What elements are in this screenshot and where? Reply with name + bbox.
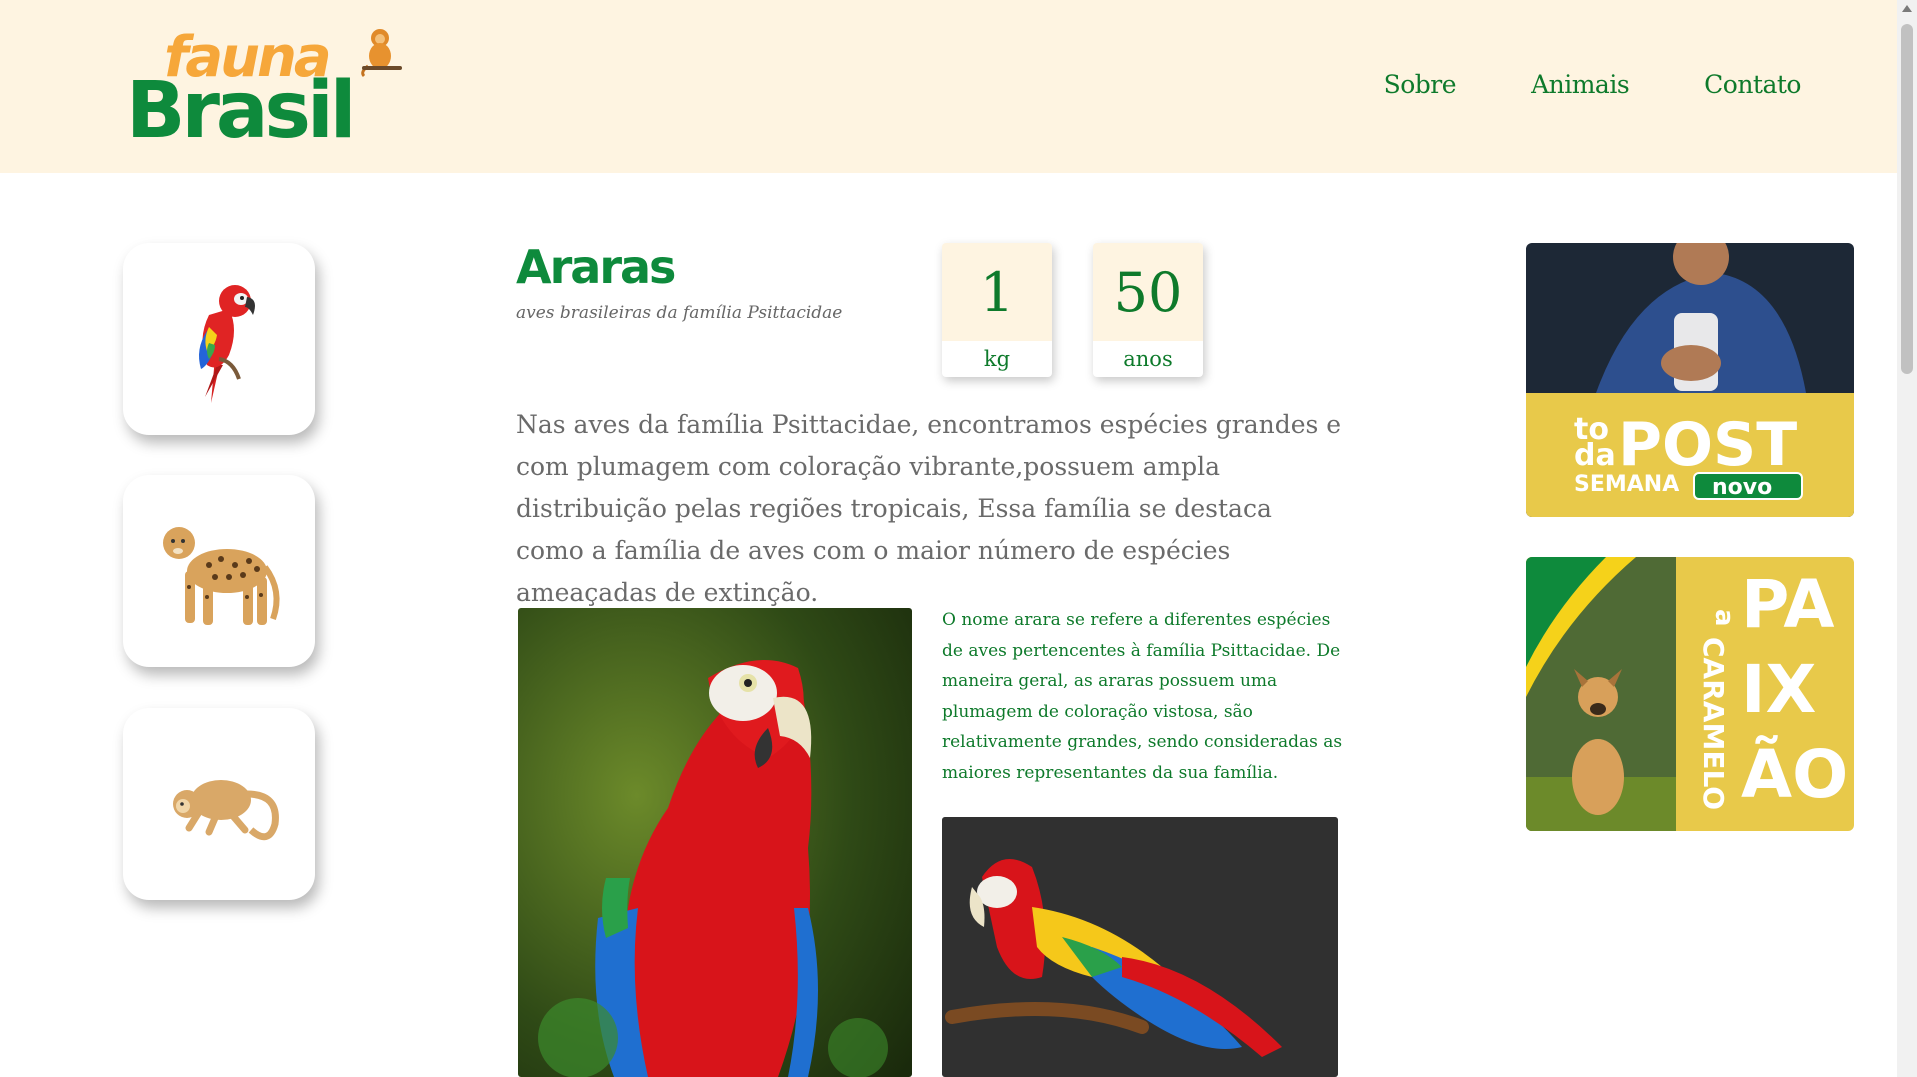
- ad1-post-text: POST: [1618, 410, 1797, 480]
- macaw-photo-small: [942, 817, 1338, 1077]
- ad2-ao-text: ÃO: [1741, 735, 1848, 813]
- site-logo[interactable]: fauna Brasil: [126, 24, 402, 150]
- ad-caramelo-image: a CARAMELO PA IX ÃO: [1526, 557, 1854, 831]
- ad2-pa-text: PA: [1741, 566, 1834, 643]
- stat-lifespan-value: 50: [1093, 243, 1203, 341]
- animal-card-monkey[interactable]: [123, 708, 315, 900]
- nav-link-animais[interactable]: Animais: [1531, 70, 1630, 99]
- page-title: Araras: [516, 240, 676, 294]
- logo-brasil-text: Brasil: [126, 66, 356, 156]
- page-scrollbar[interactable]: [1897, 0, 1917, 1077]
- stat-weight-unit: kg: [983, 347, 1011, 371]
- jaguar-icon: [163, 527, 280, 625]
- ad1-da-text: da: [1574, 438, 1616, 473]
- ad2-a-text: a: [1709, 609, 1739, 627]
- macaw-photo-large: [518, 608, 912, 1077]
- ad-post-image: to da POST SEMANA novo: [1526, 243, 1854, 517]
- ad1-semana-text: SEMANA: [1574, 472, 1679, 497]
- ad-paixao-caramelo[interactable]: a CARAMELO PA IX ÃO: [1526, 557, 1854, 831]
- scroll-up-arrow-icon[interactable]: [1902, 5, 1912, 12]
- page-subtitle: aves brasileiras da família Psittacidae: [516, 303, 843, 323]
- animal-card-macaw[interactable]: [123, 243, 315, 435]
- nav-link-contato[interactable]: Contato: [1704, 70, 1801, 99]
- logo-monkey-icon: [361, 29, 402, 78]
- nav-link-sobre[interactable]: Sobre: [1384, 70, 1457, 99]
- ad1-novo-tag: novo: [1712, 475, 1772, 500]
- stat-weight: 1 kg: [942, 243, 1052, 377]
- ad2-caramelo-text: CARAMELO: [1697, 637, 1730, 810]
- stat-lifespan-unit: anos: [1123, 347, 1173, 371]
- macaw-icon: [199, 285, 255, 403]
- stat-weight-value: 1: [942, 243, 1052, 341]
- scrollbar-thumb[interactable]: [1901, 24, 1913, 374]
- ad-post-da-semana[interactable]: to da POST SEMANA novo: [1526, 243, 1854, 517]
- ad2-ix-text: IX: [1741, 651, 1816, 728]
- stat-lifespan: 50 anos: [1093, 243, 1203, 377]
- site-header: fauna Brasil Sobre Animais Contato: [0, 0, 1897, 173]
- main-nav: Sobre Animais Contato: [1384, 70, 1802, 99]
- animal-card-jaguar[interactable]: [123, 475, 315, 667]
- monkey-icon: [173, 780, 279, 841]
- lead-paragraph: Nas aves da família Psittacidae, encontr…: [516, 410, 1342, 607]
- description-paragraph: O nome arara se refere a diferentes espé…: [942, 610, 1343, 783]
